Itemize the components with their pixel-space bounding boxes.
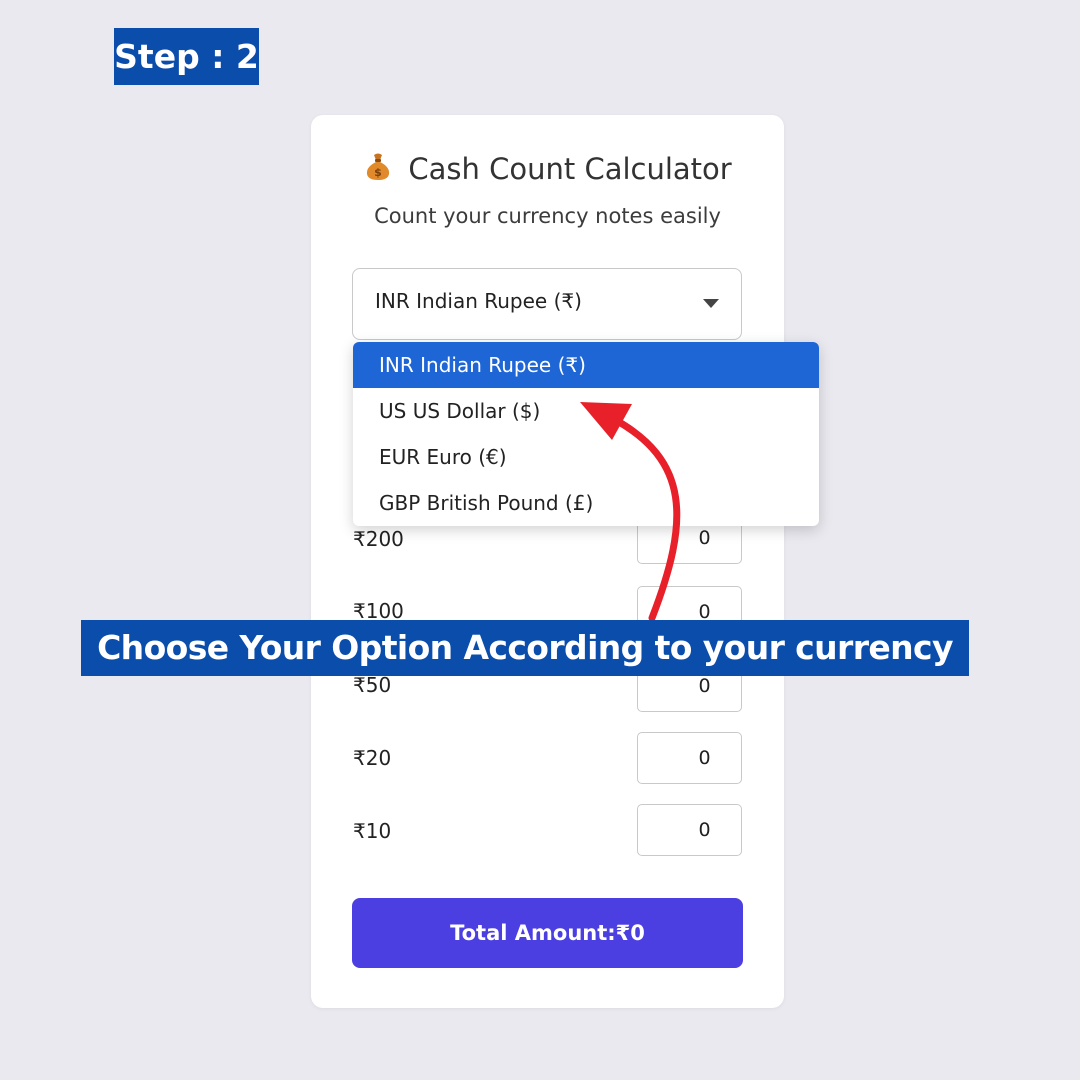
currency-select[interactable]: INR Indian Rupee (₹) — [352, 268, 742, 340]
chevron-down-icon — [703, 299, 719, 308]
denomination-input[interactable]: 0 — [637, 732, 742, 784]
denomination-label: ₹20 — [353, 746, 392, 770]
instruction-banner: Choose Your Option According to your cur… — [81, 620, 969, 676]
option-usd[interactable]: US US Dollar ($) — [353, 388, 819, 434]
step-badge: Step : 2 — [114, 28, 259, 85]
currency-dropdown-menu: INR Indian Rupee (₹) US US Dollar ($) EU… — [353, 342, 819, 526]
page-title: Cash Count Calculator — [408, 152, 732, 186]
title-row: $ Cash Count Calculator — [311, 152, 784, 186]
total-amount-button[interactable]: Total Amount:₹0 — [352, 898, 743, 968]
currency-select-value: INR Indian Rupee (₹) — [375, 289, 582, 313]
option-gbp[interactable]: GBP British Pound (£) — [353, 480, 819, 526]
denomination-input[interactable]: 0 — [637, 804, 742, 856]
page-subtitle: Count your currency notes easily — [374, 204, 721, 228]
denomination-label: ₹200 — [353, 527, 404, 551]
denomination-label: ₹50 — [353, 673, 392, 697]
money-bag-icon: $ — [363, 151, 393, 181]
option-eur[interactable]: EUR Euro (€) — [353, 434, 819, 480]
option-inr[interactable]: INR Indian Rupee (₹) — [353, 342, 819, 388]
denomination-label: ₹10 — [353, 819, 392, 843]
svg-text:$: $ — [374, 166, 382, 179]
